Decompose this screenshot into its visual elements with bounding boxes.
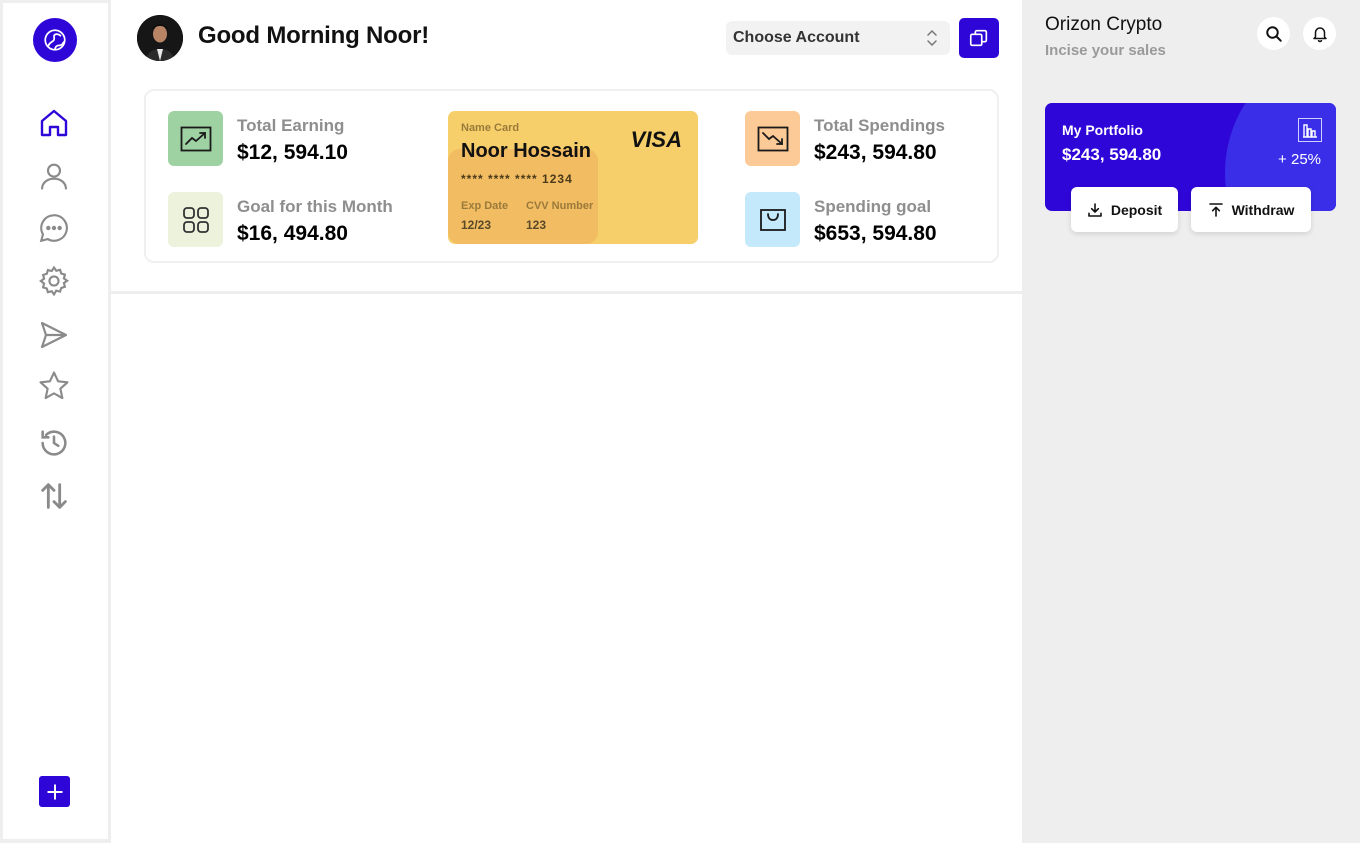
brand-subtitle: Incise your sales — [1045, 42, 1166, 59]
user-icon — [40, 163, 68, 190]
portfolio-label: My Portfolio — [1062, 122, 1143, 138]
copy-icon — [969, 29, 988, 47]
notifications-button[interactable] — [1303, 17, 1336, 50]
earning-icon-tile — [168, 111, 223, 166]
card-number: **** **** **** 1234 — [461, 172, 573, 186]
account-select[interactable]: Choose Account — [726, 21, 950, 55]
trend-up-icon — [180, 126, 211, 151]
globe-icon — [44, 29, 66, 51]
nav-messages[interactable] — [36, 210, 72, 246]
add-button[interactable] — [39, 776, 70, 807]
spending-goal-icon-tile — [745, 192, 800, 247]
card-holder: Noor Hossain — [461, 140, 592, 162]
greeting-title: Good Morning Noor! — [198, 22, 430, 49]
bell-icon — [1312, 26, 1327, 42]
nav-send[interactable] — [36, 317, 72, 353]
account-select-label: Choose Account — [733, 29, 860, 46]
withdraw-label: Withdraw — [1231, 201, 1295, 218]
plus-icon — [46, 783, 63, 800]
card-exp-value: 12/23 — [461, 218, 492, 232]
deposit-label: Deposit — [1110, 201, 1163, 218]
card-cvv-value: 123 — [526, 218, 547, 232]
grid-icon — [182, 206, 209, 233]
nav-favorites[interactable] — [36, 368, 72, 404]
settings-icon — [39, 265, 70, 297]
right-panel: Orizon Crypto Incise your sales My Portf… — [1022, 0, 1360, 843]
spending-goal-label: Spending goal — [814, 197, 932, 216]
sidebar — [3, 3, 108, 839]
star-icon — [39, 371, 69, 400]
portfolio-chart-button[interactable] — [1298, 118, 1322, 142]
avatar[interactable] — [137, 15, 183, 61]
deposit-button[interactable]: Deposit — [1071, 187, 1178, 232]
goal-value: $16, 494.80 — [237, 222, 348, 245]
card-brand: VISA — [630, 127, 682, 152]
spending-goal-value: $653, 594.80 — [814, 222, 937, 245]
card-exp-label: Exp Date — [461, 200, 509, 212]
bar-chart-icon — [1303, 124, 1317, 138]
earning-value: $12, 594.10 — [237, 141, 348, 164]
copy-button[interactable] — [959, 18, 999, 58]
goal-label: Goal for this Month — [237, 197, 393, 216]
home-icon — [40, 109, 68, 137]
withdraw-button[interactable]: Withdraw — [1191, 187, 1311, 232]
download-icon — [1088, 202, 1102, 217]
search-button[interactable] — [1257, 17, 1290, 50]
nav-settings[interactable] — [36, 263, 72, 299]
bag-icon — [759, 208, 786, 231]
spendings-label: Total Spendings — [814, 116, 945, 135]
nav-transfer[interactable] — [36, 478, 72, 514]
app-logo[interactable] — [33, 18, 77, 62]
nav-history[interactable] — [36, 425, 72, 461]
upload-icon — [1208, 202, 1223, 217]
chevron-updown-icon — [927, 29, 937, 47]
card-name-label: Name Card — [461, 122, 520, 134]
search-icon — [1265, 25, 1282, 42]
send-icon — [40, 321, 68, 349]
overview-section: Good Morning Noor! Choose Account Total … — [111, 0, 1022, 294]
main-content: Good Morning Noor! Choose Account Total … — [111, 0, 1022, 843]
nav-profile[interactable] — [36, 158, 72, 194]
goal-icon-tile — [168, 192, 223, 247]
earning-label: Total Earning — [237, 116, 345, 135]
portfolio-value: $243, 594.80 — [1062, 145, 1162, 164]
history-icon — [41, 430, 67, 456]
portfolio-change: + 25% — [1278, 151, 1321, 168]
spendings-value: $243, 594.80 — [814, 141, 937, 164]
transfer-icon — [41, 483, 67, 509]
trend-down-icon — [757, 126, 788, 151]
summary-panel: Total Earning $12, 594.10 Goal for this … — [144, 89, 999, 263]
nav-home[interactable] — [36, 105, 72, 141]
spendings-icon-tile — [745, 111, 800, 166]
chat-icon — [39, 214, 68, 243]
card-cvv-label: CVV Number — [526, 200, 594, 212]
credit-card[interactable]: Name Card Noor Hossain VISA **** **** **… — [448, 111, 698, 244]
brand-name: Orizon Crypto — [1045, 14, 1163, 35]
